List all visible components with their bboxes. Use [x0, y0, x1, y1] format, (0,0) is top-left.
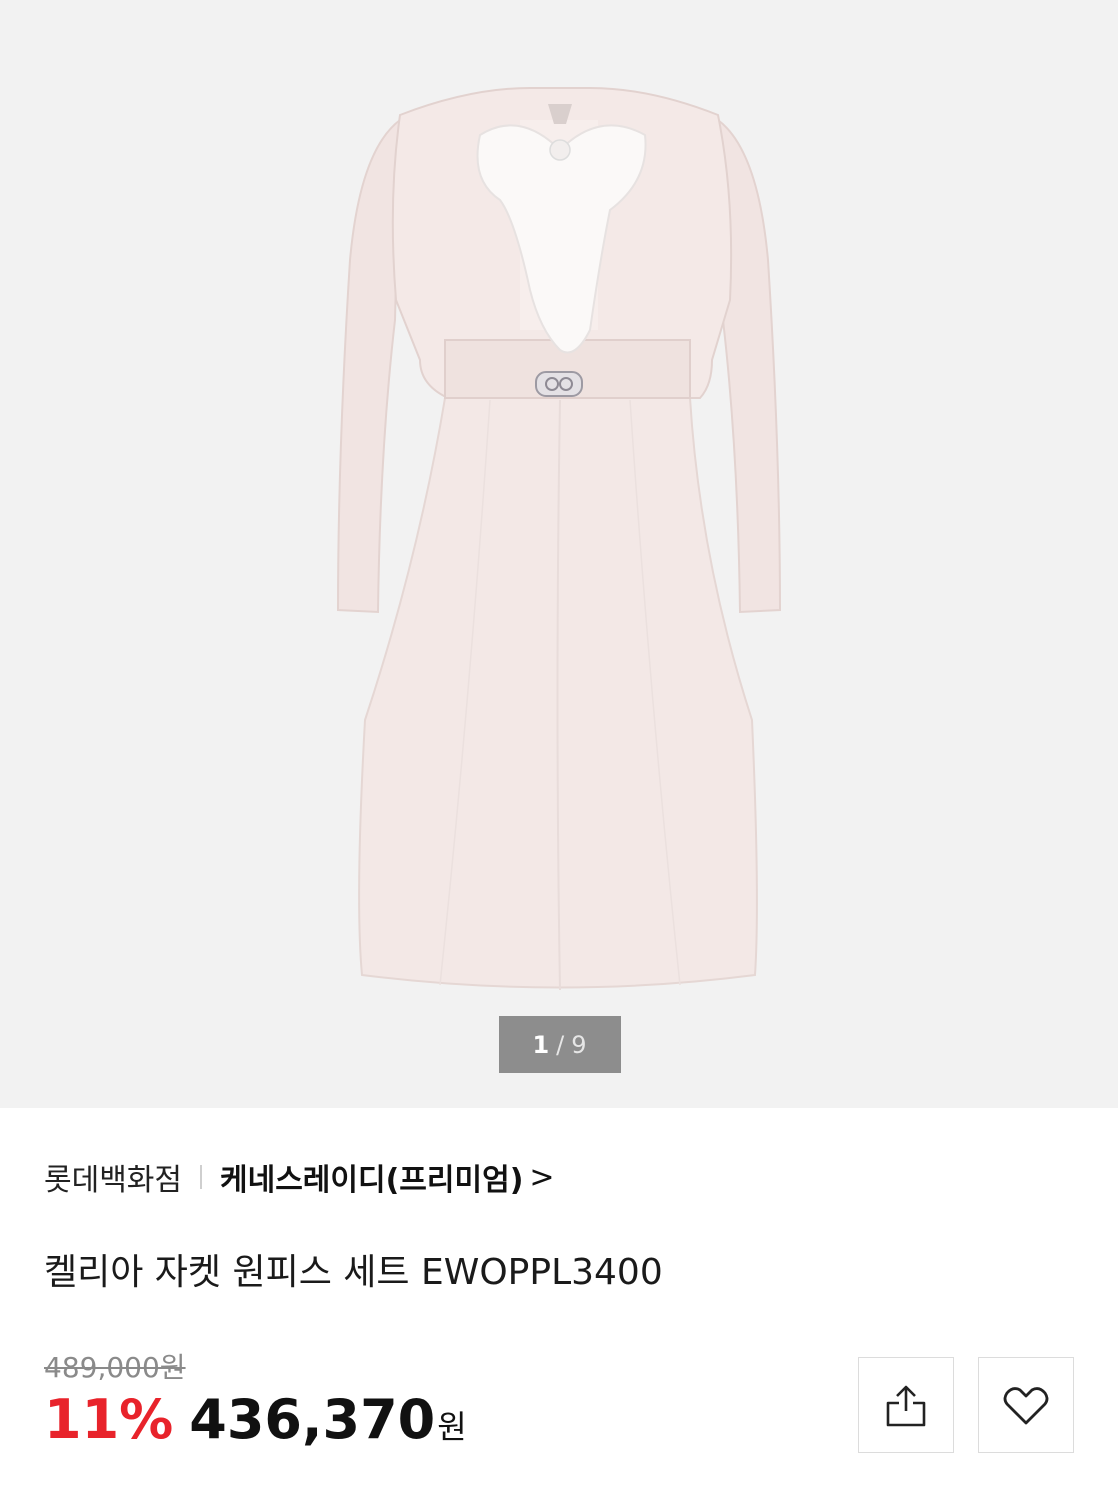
product-image-gallery[interactable]: 1 / 9 [0, 0, 1118, 1108]
pager-current: 1 [532, 1030, 551, 1059]
image-pager: 1 / 9 [499, 1016, 621, 1073]
share-button[interactable] [858, 1357, 954, 1453]
sale-price: 436,370 [189, 1388, 436, 1451]
chevron-right-icon[interactable]: > [529, 1160, 554, 1195]
pager-separator: / [556, 1030, 566, 1059]
discount-rate: 11% [44, 1388, 174, 1451]
breadcrumb-divider [200, 1165, 202, 1189]
share-icon [886, 1385, 926, 1427]
sale-price-row: 11% 436,370 원 [44, 1388, 467, 1454]
product-title: 켈리아 자켓 원피스 세트 EWOPPL3400 [44, 1252, 663, 1293]
pager-total: 9 [571, 1030, 588, 1059]
brand-link[interactable]: 케네스레이디(프리미엄) [220, 1155, 523, 1199]
wishlist-button[interactable] [978, 1357, 1074, 1453]
breadcrumb: 롯데백화점 케네스레이디(프리미엄) > [44, 1154, 555, 1200]
heart-icon [1003, 1387, 1049, 1425]
store-name[interactable]: 롯데백화점 [44, 1155, 182, 1199]
currency-unit: 원 [437, 1408, 467, 1446]
original-price: 489,000원 [44, 1351, 186, 1384]
product-image [336, 87, 782, 991]
